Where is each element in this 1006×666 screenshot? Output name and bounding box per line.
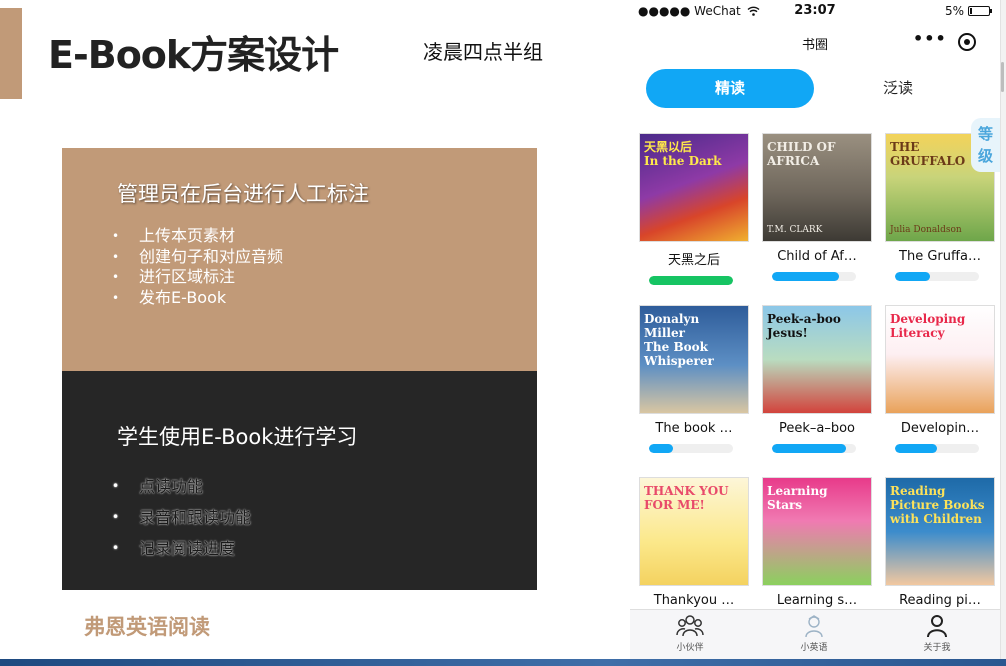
- tab-partners[interactable]: 小伙伴: [645, 614, 735, 653]
- reading-progress-bar: [649, 444, 733, 453]
- team-name: 凌晨四点半组: [423, 40, 543, 64]
- list-item: 发布E-Book: [112, 288, 283, 309]
- book-cover-title: Donalyn Miller The Book Whisperer: [644, 312, 714, 368]
- admin-panel-heading: 管理员在后台进行人工标注: [117, 182, 369, 206]
- tab-partners-label: 小伙伴: [676, 643, 704, 653]
- reading-progress-fill: [649, 276, 733, 285]
- book-cover-title: Peek-a-boo Jesus!: [767, 312, 841, 340]
- status-bar: ●●●●● WeChat 23:07 5%: [630, 0, 1000, 22]
- book-title: Child of Af…: [777, 249, 857, 264]
- book-cover[interactable]: CHILD OF AFRICA T.M. CLARK: [762, 133, 872, 242]
- list-item: 点读功能: [112, 471, 251, 502]
- book-title: Developin…: [900, 421, 980, 436]
- reading-progress-fill: [649, 444, 673, 453]
- book-cover[interactable]: Developing Literacy: [885, 305, 995, 414]
- book-cover-title: Reading Picture Books with Children: [890, 484, 985, 526]
- book-card[interactable]: Learning Stars Learning s…: [762, 477, 872, 625]
- brand-name: 弗恩英语阅读: [84, 615, 210, 639]
- book-cover[interactable]: Learning Stars: [762, 477, 872, 586]
- book-cover-author: T.M. CLARK: [767, 225, 823, 235]
- book-title: Reading pi…: [899, 593, 981, 608]
- tab-english-label: 小英语: [800, 643, 828, 653]
- student-panel-heading: 学生使用E-Book进行学习: [117, 425, 358, 449]
- book-cover-author: Julia Donaldson: [890, 225, 962, 235]
- book-cover[interactable]: THANK YOU FOR ME!: [639, 477, 749, 586]
- reading-progress-bar: [772, 444, 856, 453]
- book-title: The book …: [655, 421, 733, 436]
- book-cover-title: CHILD OF AFRICA: [767, 140, 836, 168]
- book-card[interactable]: THANK YOU FOR ME! Thankyou …: [639, 477, 749, 625]
- tab-about-me[interactable]: 关于我: [892, 614, 982, 653]
- book-cover-title: 天黑以后 In the Dark: [644, 140, 722, 168]
- tab-about-me-label: 关于我: [923, 643, 951, 653]
- reading-progress-fill: [772, 444, 846, 453]
- tab-extensive-reading[interactable]: 泛读: [853, 69, 943, 108]
- close-miniprogram-icon[interactable]: [958, 33, 976, 51]
- list-item: 记录阅读进度: [112, 533, 251, 564]
- book-title: Peek–a–boo: [778, 421, 856, 436]
- reading-progress-bar: [895, 272, 979, 281]
- battery-percent: 5%: [944, 4, 964, 18]
- book-card[interactable]: Developing Literacy Developin…: [885, 305, 995, 453]
- book-card[interactable]: 天黑以后 In the Dark 天黑之后: [639, 133, 749, 285]
- reading-progress-bar: [649, 276, 733, 285]
- battery-icon: [968, 6, 992, 16]
- battery-status: 5%: [944, 4, 992, 18]
- tab-intensive-reading[interactable]: 精读: [646, 69, 814, 108]
- book-card[interactable]: Donalyn Miller The Book Whisperer The boo…: [639, 305, 749, 453]
- reading-progress-fill: [895, 444, 937, 453]
- scrollbar-thumb[interactable]: [1001, 62, 1004, 92]
- slide-title: E-Book方案设计: [48, 33, 339, 77]
- grade-filter-tab[interactable]: 等级: [971, 118, 1000, 172]
- list-item: 创建句子和对应音频: [112, 247, 283, 268]
- reading-progress-fill: [895, 272, 931, 281]
- student-icon: [805, 615, 823, 638]
- book-title: The Gruffa…: [899, 249, 981, 264]
- book-card[interactable]: Peek-a-boo Jesus! Peek–a–boo: [762, 305, 872, 453]
- admin-panel: 管理员在后台进行人工标注 上传本页素材 创建句子和对应音频 进行区域标注 发布E…: [62, 148, 537, 371]
- reading-progress-bar: [895, 444, 979, 453]
- book-cover-title: THANK YOU FOR ME!: [644, 484, 729, 512]
- reading-progress-bar: [772, 272, 856, 281]
- book-cover-title: Learning Stars: [767, 484, 828, 512]
- bottom-band: [0, 659, 1006, 666]
- reading-progress-fill: [772, 272, 840, 281]
- book-cover[interactable]: Peek-a-boo Jesus!: [762, 305, 872, 414]
- book-card[interactable]: CHILD OF AFRICA T.M. CLARK Child of Af…: [762, 133, 872, 281]
- admin-task-list: 上传本页素材 创建句子和对应音频 进行区域标注 发布E-Book: [112, 226, 283, 308]
- group-icon: [676, 615, 704, 637]
- book-title: Thankyou …: [653, 593, 735, 608]
- book-title: 天黑之后: [667, 253, 720, 268]
- book-cover-title: Developing Literacy: [890, 312, 966, 340]
- window-scrollbar[interactable]: [1000, 0, 1006, 659]
- book-card[interactable]: Reading Picture Books with Children Readi…: [885, 477, 995, 625]
- slide-accent-bar: [0, 8, 22, 99]
- student-feature-list: 点读功能 录音和跟读功能 记录阅读进度: [112, 471, 251, 564]
- bottom-tab-bar: 小伙伴 小英语 关于我: [630, 609, 1000, 659]
- list-item: 录音和跟读功能: [112, 502, 251, 533]
- book-cover[interactable]: 天黑以后 In the Dark: [639, 133, 749, 242]
- book-title: Learning s…: [776, 593, 858, 608]
- student-panel: 学生使用E-Book进行学习 点读功能 录音和跟读功能 记录阅读进度: [62, 371, 537, 590]
- more-menu-button[interactable]: •••: [913, 29, 947, 48]
- list-item: 上传本页素材: [112, 226, 283, 247]
- phone-screen: ●●●●● WeChat 23:07 5% 书圈 ••• 精读 泛读 天黑以后 …: [630, 0, 1000, 659]
- list-item: 进行区域标注: [112, 267, 283, 288]
- person-icon: [927, 615, 947, 638]
- tab-english[interactable]: 小英语: [769, 614, 859, 653]
- book-cover[interactable]: Reading Picture Books with Children: [885, 477, 995, 586]
- book-cover[interactable]: Donalyn Miller The Book Whisperer: [639, 305, 749, 414]
